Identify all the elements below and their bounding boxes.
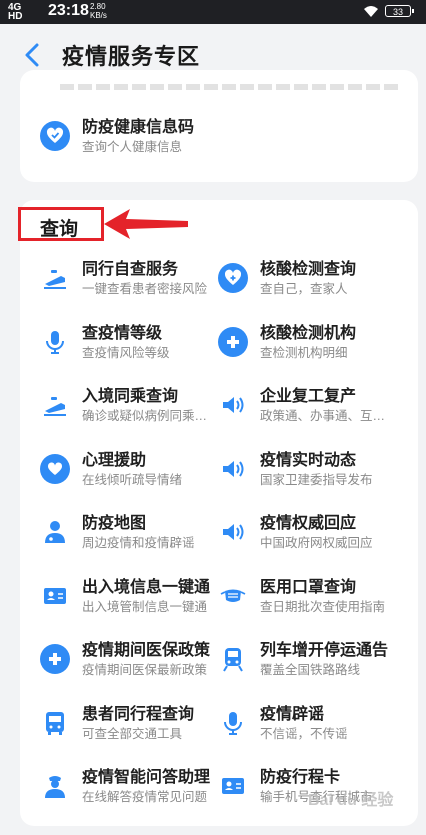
speaker-icon (218, 454, 248, 484)
medical-cross-icon (40, 644, 70, 674)
item-subtitle: 不信谣，不传谣 (260, 726, 348, 741)
item-subtitle: 一键查看患者密接风险 (82, 282, 208, 296)
item-subtitle: 查询个人健康信息 (82, 140, 183, 154)
wifi-icon (364, 6, 378, 17)
id-card-icon (40, 581, 70, 611)
item-title: 疫情期间医保政策 (82, 642, 211, 659)
item-subtitle: 出入境管制信息一键通 (82, 599, 208, 614)
mask-icon (218, 581, 248, 611)
microphone-icon (40, 327, 70, 357)
speaker-icon (218, 517, 248, 547)
query-item[interactable]: 疫情权威回应中国政府网权威回应 (218, 514, 373, 552)
train-front-icon (218, 644, 248, 674)
query-item[interactable]: 企业复工复产政策通、办事通、互… (218, 387, 385, 425)
item-title: 核酸检测查询 (260, 261, 357, 278)
item-title: 患者同行程查询 (82, 705, 195, 723)
query-item[interactable]: 患者同行程查询 可查全部交通工具 (40, 705, 194, 743)
watermark: Bai du 经验 (308, 792, 394, 809)
item-title: 入境同乘查询 (82, 388, 179, 405)
item-subtitle: 在线倾听疏导情绪 (82, 472, 183, 487)
section-title: 查询 (40, 219, 79, 240)
item-subtitle: 可查全部交通工具 (82, 726, 183, 741)
item-subtitle: 在线解答疫情常见问题 (82, 790, 208, 804)
item-title: 防疫地图 (82, 515, 147, 532)
id-card-icon (218, 771, 248, 801)
item-title: 防疫行程卡 (260, 769, 341, 786)
query-item[interactable]: 列车增开停运通告 覆盖全国铁路路线 (218, 641, 388, 679)
train-icon (40, 390, 70, 420)
heart-plus-icon (218, 263, 248, 293)
heart-hands-icon (40, 453, 70, 484)
item-title: 防疫健康信息码 (82, 119, 195, 136)
item-subtitle: 查自己，查家人 (260, 282, 348, 296)
item-title: 列车增开停运通告 (260, 642, 389, 659)
query-item[interactable]: 疫情实时动态国家卫建委指导发布 (218, 451, 373, 489)
item-title: 医用口罩查询 (260, 578, 357, 596)
query-item[interactable]: 医用口罩查询查日期批次查使用指南 (218, 578, 385, 616)
query-item[interactable]: 查疫情等级查疫情风险等级 (40, 324, 170, 362)
nurse-icon (40, 771, 70, 801)
query-item[interactable]: 核酸检测机构 查检测机构明细 (218, 324, 356, 362)
item-title: 疫情智能问答助理 (82, 769, 211, 786)
item-subtitle: 国家卫建委指导发布 (260, 472, 373, 487)
query-item[interactable]: 入境同乘查询确诊或疑似病例同乘… (40, 387, 207, 425)
item-title: 出入境信息一键通 (82, 578, 211, 596)
item-subtitle: 查检测机构明细 (260, 345, 348, 360)
back-arrow-icon[interactable] (22, 42, 42, 68)
medical-cross-icon (218, 326, 248, 357)
item-title: 查疫情等级 (82, 324, 163, 342)
item-title: 同行自查服务 (82, 261, 179, 278)
health-code-item[interactable]: 防疫健康信息码 查询个人健康信息 (40, 118, 194, 156)
item-subtitle: 查疫情风险等级 (82, 345, 170, 360)
status-bar: 4G HD 23:18 2.80 KB/s 33 (0, 0, 426, 24)
query-item[interactable]: 出入境信息一键通 出入境管制信息一键通 (40, 578, 210, 616)
train-icon (40, 263, 70, 293)
item-subtitle: 政策通、办事通、互… (260, 409, 386, 423)
item-title: 疫情权威回应 (260, 515, 357, 532)
query-item[interactable]: 疫情智能问答助理 在线解答疫情常见问题 (40, 768, 210, 806)
item-subtitle: 疫情期间医保最新政策 (82, 663, 208, 677)
item-title: 企业复工复产 (260, 388, 357, 405)
red-pointer-arrow-icon (104, 209, 188, 239)
bus-icon (40, 708, 70, 738)
query-item[interactable]: 防疫地图周边疫情和疫情辟谣 (40, 514, 195, 552)
item-subtitle: 覆盖全国铁路路线 (260, 663, 361, 677)
item-subtitle: 确诊或疑似病例同乘… (82, 409, 208, 423)
microphone-icon (218, 708, 248, 738)
item-title: 疫情实时动态 (260, 451, 357, 469)
item-title: 疫情辟谣 (260, 705, 325, 723)
clipped-item-row (60, 84, 400, 90)
battery-icon: 33 (385, 5, 414, 17)
query-item[interactable]: 疫情辟谣不信谣，不传谣 (218, 705, 348, 743)
page-title: 疫情服务专区 (62, 44, 201, 69)
network-speed: 2.80 KB/s (90, 2, 107, 20)
item-subtitle: 中国政府网权威回应 (260, 536, 373, 550)
query-item[interactable]: 核酸检测查询 查自己，查家人 (218, 260, 356, 298)
network-indicator: 4G HD (8, 2, 23, 22)
query-item[interactable]: 心理援助在线倾听疏导情绪 (40, 451, 182, 489)
clock: 23:18 (48, 2, 89, 19)
item-title: 核酸检测机构 (260, 324, 357, 342)
speaker-icon (218, 390, 248, 420)
query-item[interactable]: 疫情期间医保政策 疫情期间医保最新政策 (40, 641, 210, 679)
item-subtitle: 查日期批次查使用指南 (260, 599, 386, 614)
doctor-icon (40, 517, 70, 547)
heart-shield-icon (40, 121, 70, 151)
item-subtitle: 周边疫情和疫情辟谣 (82, 536, 195, 550)
item-title: 心理援助 (82, 451, 147, 469)
query-item[interactable]: 同行自查服务一键查看患者密接风险 (40, 260, 207, 298)
